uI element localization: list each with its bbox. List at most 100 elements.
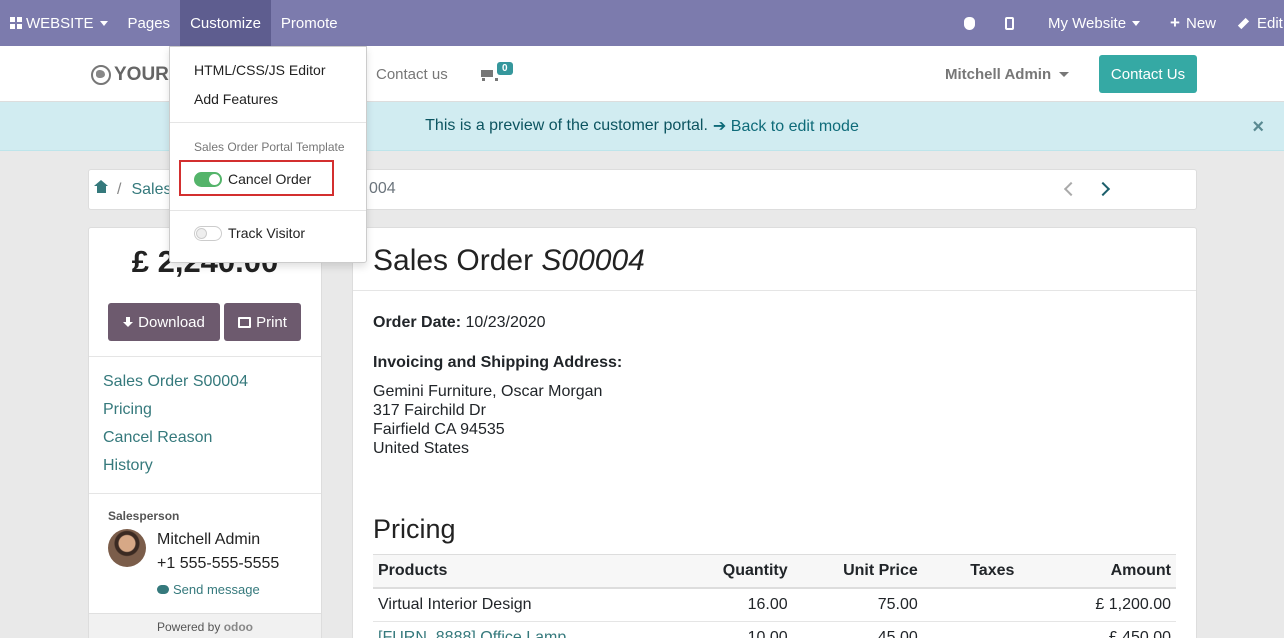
address-block: Gemini Furniture, Oscar Morgan 317 Fairc… <box>373 382 602 458</box>
breadcrumb-separator: / <box>117 180 122 198</box>
debug-button[interactable] <box>950 0 989 46</box>
menu-item-add-features[interactable]: Add Features <box>194 91 278 107</box>
table-header-row: Products Quantity Unit Price Taxes Amoun… <box>373 554 1176 589</box>
back-to-edit-link[interactable]: ➔ Back to edit mode <box>713 116 859 136</box>
order-date-label: Order Date: <box>373 314 462 331</box>
page-title: Sales Order S00004 <box>373 244 645 278</box>
globe-icon <box>91 65 111 85</box>
salesperson-label: Salesperson <box>108 509 180 523</box>
caret-down-icon <box>1132 20 1141 26</box>
cart-link[interactable]: 0 <box>479 62 513 81</box>
order-main-card: Sales Order S00004 Order Date: 10/23/202… <box>352 227 1197 638</box>
address-line: Gemini Furniture, Oscar Morgan <box>373 383 603 400</box>
new-button[interactable]: + New <box>1154 0 1234 46</box>
column-header-unit-price: Unit Price <box>792 554 923 589</box>
title-prefix: Sales Order <box>373 244 534 277</box>
menu-section-header: Sales Order Portal Template <box>194 140 345 154</box>
pages-menu[interactable]: Pages <box>118 0 181 46</box>
chevron-right-icon[interactable] <box>1095 181 1111 197</box>
mobile-preview-button[interactable] <box>989 0 1030 46</box>
table-row: Virtual Interior Design 16.00 75.00 £ 1,… <box>373 588 1176 622</box>
order-sidebar: £ 2,240.00 Download Print Sales Order S0… <box>88 227 322 638</box>
toc-link-sales-order[interactable]: Sales Order S00004 <box>103 373 248 401</box>
apps-grid-icon <box>10 17 22 29</box>
taxes <box>922 621 1045 638</box>
divider <box>353 290 1196 291</box>
print-label: Print <box>256 313 287 331</box>
shopping-cart-icon <box>479 68 498 81</box>
menu-item-track-visitor[interactable]: Track Visitor <box>194 225 305 241</box>
product-name[interactable]: [FURN_8888] Office Lamp <box>373 621 678 638</box>
divider <box>170 122 366 123</box>
mobile-icon <box>1004 16 1014 30</box>
salesperson-phone: +1 555-555-5555 <box>157 555 280 572</box>
send-message-link[interactable]: Send message <box>157 582 260 597</box>
pricing-title: Pricing <box>373 514 456 544</box>
my-website-label: My Website <box>1047 14 1127 32</box>
download-button[interactable]: Download <box>108 303 220 341</box>
comment-icon <box>157 585 169 594</box>
address-line: United States <box>373 440 470 457</box>
avatar <box>108 529 146 567</box>
unit-price: 75.00 <box>792 588 923 622</box>
user-menu[interactable]: Mitchell Admin <box>945 66 1070 83</box>
arrow-right-icon: ➔ <box>712 118 727 135</box>
toc-link-pricing[interactable]: Pricing <box>103 401 248 429</box>
edit-button[interactable]: Edit <box>1234 0 1284 46</box>
user-name: Mitchell Admin <box>945 66 1052 83</box>
cart-count-badge: 0 <box>497 62 513 75</box>
unit-price: 45.00 <box>792 621 923 638</box>
website-menu[interactable]: WEBSITE <box>0 0 118 46</box>
toc-link-cancel-reason[interactable]: Cancel Reason <box>103 429 248 457</box>
odoo-logo[interactable]: odoo <box>224 620 253 634</box>
toggle-switch-off-icon[interactable] <box>194 225 222 241</box>
website-menu-label: WEBSITE <box>26 14 94 32</box>
alert-text: This is a preview of the customer portal… <box>425 117 708 134</box>
divider <box>170 210 366 211</box>
address-line: Fairfield CA 94535 <box>373 421 505 438</box>
customize-menu[interactable]: Customize <box>180 0 271 46</box>
divider <box>89 493 321 494</box>
table-row: [FURN_8888] Office Lamp 10.00 45.00 £ 45… <box>373 621 1176 638</box>
quantity: 10.00 <box>677 621 793 638</box>
address-label: Invoicing and Shipping Address: <box>373 354 623 371</box>
order-number: S00004 <box>541 244 645 277</box>
plus-icon: + <box>1170 13 1180 32</box>
promote-menu[interactable]: Promote <box>271 0 348 46</box>
chevron-left-icon[interactable] <box>1063 181 1079 197</box>
my-website-menu[interactable]: My Website <box>1030 0 1154 46</box>
order-date-value: 10/23/2020 <box>465 314 546 331</box>
taxes <box>922 588 1045 622</box>
column-header-taxes: Taxes <box>922 554 1045 589</box>
highlight-box <box>179 160 334 196</box>
divider <box>89 356 321 357</box>
column-header-products: Products <box>373 554 678 589</box>
product-name: Virtual Interior Design <box>373 588 678 622</box>
caret-down-icon <box>1059 72 1070 77</box>
print-button[interactable]: Print <box>224 303 301 341</box>
amount: £ 1,200.00 <box>1044 588 1176 622</box>
menu-item-html-css-js-editor[interactable]: HTML/CSS/JS Editor <box>194 62 325 78</box>
edit-label: Edit <box>1257 14 1283 32</box>
amount: £ 450.00 <box>1044 621 1176 638</box>
order-date: Order Date: 10/23/2020 <box>373 314 546 332</box>
nav-contact-us-link[interactable]: Contact us <box>376 66 448 83</box>
toc-link-history[interactable]: History <box>103 457 248 485</box>
bug-icon <box>963 16 975 30</box>
table-of-contents: Sales Order S00004 Pricing Cancel Reason… <box>103 373 248 485</box>
column-header-amount: Amount <box>1044 554 1176 589</box>
back-to-edit-label: Back to edit mode <box>730 118 859 135</box>
home-icon[interactable] <box>94 180 108 195</box>
close-icon[interactable]: × <box>1252 116 1264 139</box>
customize-dropdown: HTML/CSS/JS Editor Add Features Sales Or… <box>169 46 367 263</box>
address-line: 317 Fairchild Dr <box>373 402 486 419</box>
breadcrumb-sales-link[interactable]: Sales <box>131 181 171 199</box>
powered-by-footer: Powered by odoo <box>89 613 321 638</box>
toggle-label: Track Visitor <box>228 225 306 241</box>
powered-by-label: Powered by <box>156 620 221 634</box>
contact-us-button[interactable]: Contact Us <box>1099 55 1197 93</box>
order-lines-table: Products Quantity Unit Price Taxes Amoun… <box>373 554 1176 638</box>
breadcrumb-current: 004 <box>369 180 396 197</box>
new-label: New <box>1185 14 1216 32</box>
admin-bar: WEBSITE Pages Customize Promote My Websi… <box>0 0 1284 46</box>
